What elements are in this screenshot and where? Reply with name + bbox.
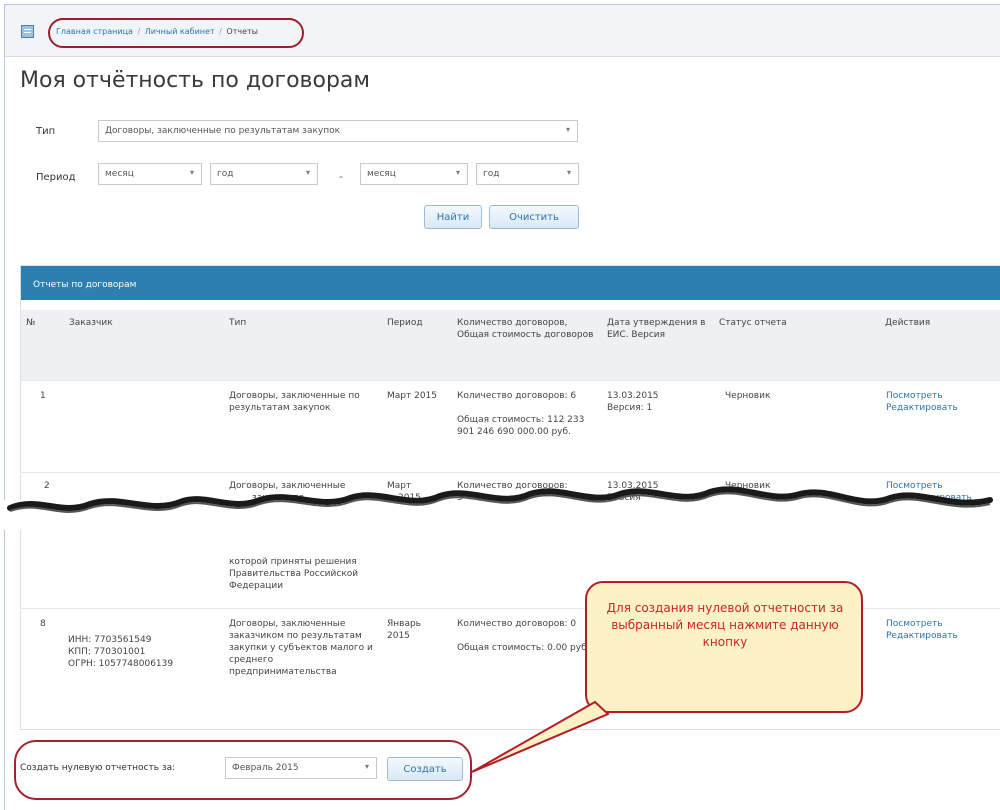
row1-cost: Общая стоимость: 112 233 901 246 690 000… <box>457 415 585 437</box>
find-button[interactable]: Найти <box>424 205 482 229</box>
period-from-year-select[interactable]: год ▾ <box>210 163 318 185</box>
column-header-count: Количество договоров, Общая стоимость до… <box>452 310 602 380</box>
period-from-month-value: месяц <box>105 169 134 179</box>
column-header-status: Статус отчета <box>714 310 880 380</box>
type-select-value: Договоры, заключенные по результатам зак… <box>105 126 341 136</box>
row8-cost: Общая стоимость: 0.00 руб. <box>457 643 590 653</box>
chevron-down-icon: ▾ <box>189 168 194 177</box>
period-dash: - <box>339 170 343 183</box>
chevron-down-icon: ▾ <box>455 168 460 177</box>
row8-ogrn: ОГРН: 1057748006139 <box>68 659 174 669</box>
chevron-down-icon: ▾ <box>565 125 570 134</box>
chevron-down-icon: ▾ <box>364 762 369 771</box>
row8-inn: ИНН: 7703561549 <box>68 635 152 645</box>
row8-kpp: КПП: 770301001 <box>68 647 146 657</box>
period-from-year-value: год <box>217 169 234 179</box>
create-zero-report-label: Создать нулевую отчетность за: <box>20 763 176 773</box>
row2-type-continuation: которой приняты решения Правительства Ро… <box>229 557 359 591</box>
annotation-callout-text: Для создания нулевой отчетности за выбра… <box>606 601 844 649</box>
row8-period: Январь 2015 <box>387 619 421 641</box>
row1-view-link[interactable]: Посмотреть <box>886 390 943 402</box>
page-title: Моя отчётность по договорам <box>20 68 371 93</box>
chevron-down-icon: ▾ <box>305 168 310 177</box>
row8-count: Количество договоров: 0 <box>457 619 577 629</box>
row8-view-link[interactable]: Посмотреть <box>886 618 943 630</box>
row1-date: 13.03.2015 <box>607 391 659 401</box>
create-month-value: Февраль 2015 <box>232 763 299 773</box>
row1-type: Договоры, заключенные по результатам зак… <box>229 391 360 413</box>
column-header-num: № <box>21 310 64 380</box>
callout-pointer <box>471 700 610 773</box>
column-header-date: Дата утверждения в ЕИС. Версия <box>602 310 714 380</box>
menu-icon[interactable] <box>21 25 34 38</box>
chevron-down-icon: ▾ <box>566 168 571 177</box>
type-label: Тип <box>36 126 56 137</box>
row1-num: 1 <box>40 391 46 401</box>
row1-edit-link[interactable]: Редактировать <box>886 402 958 414</box>
breadcrumb-highlight-oval <box>48 18 304 48</box>
column-header-actions: Действия <box>880 310 1000 380</box>
period-to-month-select[interactable]: месяц ▾ <box>360 163 468 185</box>
type-select[interactable]: Договоры, заключенные по результатам зак… <box>98 120 578 142</box>
column-header-period: Период <box>382 310 452 380</box>
row8-edit-link[interactable]: Редактировать <box>886 630 958 642</box>
period-to-year-select[interactable]: год ▾ <box>476 163 579 185</box>
create-button[interactable]: Создать <box>387 757 463 781</box>
period-to-month-value: месяц <box>367 169 396 179</box>
period-to-year-value: год <box>483 169 500 179</box>
row8-num: 8 <box>40 619 46 629</box>
clear-button[interactable]: Очистить <box>489 205 579 229</box>
column-header-customer: Заказчик <box>64 310 224 380</box>
row1-count: Количество договоров: 6 <box>457 391 577 401</box>
row1-period: Март 2015 <box>387 391 438 401</box>
row8-type: Договоры, заключенные заказчиком по резу… <box>229 619 373 677</box>
column-header-type: Тип <box>224 310 382 380</box>
panel-header: Отчеты по договорам <box>21 266 1000 300</box>
row-divider <box>20 380 1000 381</box>
period-label: Период <box>36 172 76 183</box>
row1-version: Версия: 1 <box>607 403 653 413</box>
create-month-select[interactable]: Февраль 2015 ▾ <box>225 757 377 779</box>
row1-status: Черновик <box>725 391 771 401</box>
period-from-month-select[interactable]: месяц ▾ <box>98 163 202 185</box>
torn-edge-graphic <box>0 486 1000 530</box>
